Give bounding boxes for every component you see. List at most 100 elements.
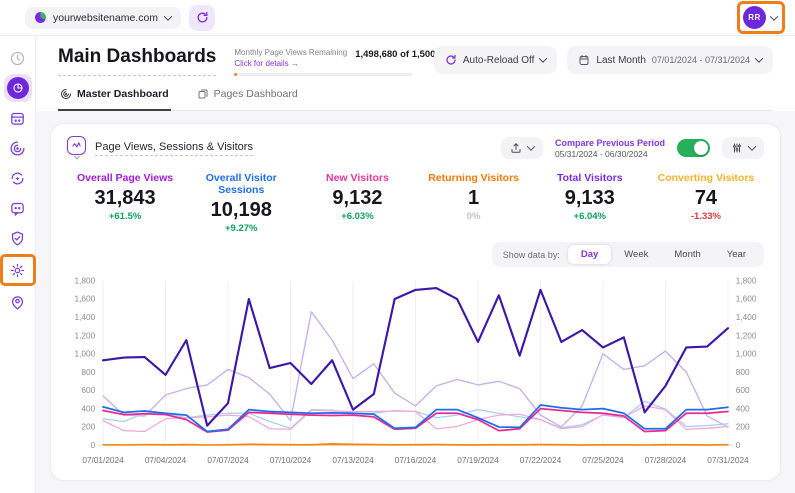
svg-text:07/16/2024: 07/16/2024 (395, 456, 437, 465)
metric-change: +6.04% (532, 211, 648, 222)
compare-previous-period: Compare Previous Period 05/31/2024 - 06/… (555, 138, 665, 159)
sidebar-item-time[interactable] (4, 44, 32, 72)
pulse-icon (71, 140, 82, 151)
card-title-icon[interactable] (67, 136, 86, 160)
metric-change: +9.27% (183, 223, 299, 234)
top-bar: yourwebsitename.com RR (0, 0, 795, 36)
svg-text:1,600: 1,600 (75, 295, 96, 304)
avatar[interactable]: RR (743, 6, 766, 29)
main-area: Main Dashboards Monthly Page Views Remai… (36, 36, 795, 493)
sidebar-item-security[interactable] (4, 224, 32, 252)
metric-label: New Visitors (299, 172, 415, 184)
sidebar-item-settings[interactable] (5, 257, 31, 283)
tab-label: Pages Dashboard (214, 88, 298, 100)
metric-value: 31,843 (67, 187, 183, 210)
chevron-down-icon (748, 142, 756, 150)
page-views-card: Page Views, Sessions & Visitors Compare … (50, 123, 781, 481)
metric: New Visitors 9,132 +6.03% (299, 172, 415, 234)
user-menu[interactable]: RR (737, 1, 785, 34)
quota-progress-track (234, 73, 412, 76)
sliders-icon (731, 142, 743, 154)
compare-toggle[interactable] (677, 139, 710, 157)
metric: Converting Visitors 74 -1.33% (648, 172, 764, 234)
metric-value: 9,132 (299, 187, 415, 210)
granularity-week[interactable]: Week (611, 245, 661, 264)
dashboards-icon (7, 77, 29, 99)
svg-text:07/22/2024: 07/22/2024 (520, 456, 562, 465)
content-area: Page Views, Sessions & Visitors Compare … (36, 111, 795, 493)
quota-widget: Monthly Page Views Remaining Click for d… (234, 48, 412, 76)
archive-icon (9, 110, 26, 127)
export-dropdown[interactable] (501, 137, 543, 159)
granularity-year[interactable]: Year (714, 245, 759, 264)
svg-text:800: 800 (736, 368, 750, 377)
sidebar-item-automation[interactable] (4, 164, 32, 192)
export-icon (510, 142, 522, 154)
svg-text:07/04/2024: 07/04/2024 (145, 456, 187, 465)
line-chart[interactable]: 002002004004006006008008001,0001,0001,20… (67, 271, 764, 472)
svg-text:1,800: 1,800 (75, 276, 96, 285)
svg-text:200: 200 (81, 423, 95, 432)
chevron-down-icon (770, 12, 778, 20)
auto-reload-dropdown[interactable]: Auto-Reload Off (434, 46, 558, 74)
gear-icon (9, 262, 26, 279)
sidebar-item-visitor-location[interactable] (4, 288, 32, 316)
sidebar (0, 36, 36, 493)
site-name: yourwebsitename.com (53, 12, 158, 24)
settings-highlight (0, 254, 36, 286)
svg-text:1,200: 1,200 (75, 331, 96, 340)
tab-pages-dashboard[interactable]: Pages Dashboard (195, 80, 300, 111)
metric-label: Converting Visitors (648, 172, 764, 184)
date-preset-label: Last Month (596, 55, 645, 66)
sidebar-item-chat[interactable] (4, 194, 32, 222)
svg-text:07/10/2024: 07/10/2024 (270, 456, 312, 465)
svg-text:1,000: 1,000 (75, 350, 96, 359)
tab-label: Master Dashboard (77, 88, 169, 100)
svg-text:0: 0 (91, 441, 96, 450)
svg-text:1,000: 1,000 (736, 350, 757, 359)
metric: Overall Visitor Sessions 10,198 +9.27% (183, 172, 299, 234)
site-favicon-icon (35, 12, 46, 23)
metrics-row: Overall Page Views 31,843 +61.5% Overall… (67, 172, 764, 234)
metric-label: Overall Page Views (67, 172, 183, 184)
metric-label: Total Visitors (532, 172, 648, 184)
svg-text:07/31/2024: 07/31/2024 (707, 456, 749, 465)
metric-change: -1.33% (648, 211, 764, 222)
svg-text:07/19/2024: 07/19/2024 (457, 456, 499, 465)
dashboard-page: yourwebsitename.com RR (0, 0, 795, 493)
metric-label: Returning Visitors (416, 172, 532, 184)
reload-site-button[interactable] (189, 5, 215, 31)
site-selector[interactable]: yourwebsitename.com (25, 7, 181, 29)
quota-details-link[interactable]: Click for details → (234, 59, 347, 68)
metric-value: 10,198 (183, 199, 299, 222)
tab-master-dashboard[interactable]: Master Dashboard (58, 80, 171, 111)
sidebar-item-archive[interactable] (4, 104, 32, 132)
granularity-day[interactable]: Day (568, 245, 611, 264)
page-title: Main Dashboards (58, 46, 216, 76)
calendar-icon (578, 54, 590, 66)
chevron-down-icon (527, 142, 535, 150)
svg-text:0: 0 (736, 441, 741, 450)
granularity-month[interactable]: Month (661, 245, 713, 264)
svg-text:600: 600 (736, 386, 750, 395)
svg-text:07/28/2024: 07/28/2024 (645, 456, 687, 465)
chart-options-dropdown[interactable] (722, 137, 764, 159)
chat-icon (9, 200, 26, 217)
sidebar-item-dashboards[interactable] (4, 74, 32, 102)
dashboard-tabs: Master Dashboard Pages Dashboard (58, 80, 773, 111)
metric-change: +6.03% (299, 211, 415, 222)
svg-text:800: 800 (81, 368, 95, 377)
svg-text:400: 400 (81, 404, 95, 413)
person-pin-icon (9, 294, 26, 311)
metric-value: 1 (416, 187, 532, 210)
svg-text:07/01/2024: 07/01/2024 (82, 456, 124, 465)
page-header: Main Dashboards Monthly Page Views Remai… (36, 36, 795, 111)
metric-value: 9,133 (532, 187, 648, 210)
metric-value: 74 (648, 187, 764, 210)
date-range-dropdown[interactable]: Last Month 07/01/2024 - 07/31/2024 (567, 46, 773, 74)
quota-progress-fill (234, 73, 237, 76)
sidebar-item-journeys[interactable] (4, 134, 32, 162)
quota-label: Monthly Page Views Remaining (234, 48, 347, 57)
svg-text:07/07/2024: 07/07/2024 (207, 456, 249, 465)
svg-text:1,600: 1,600 (736, 295, 757, 304)
